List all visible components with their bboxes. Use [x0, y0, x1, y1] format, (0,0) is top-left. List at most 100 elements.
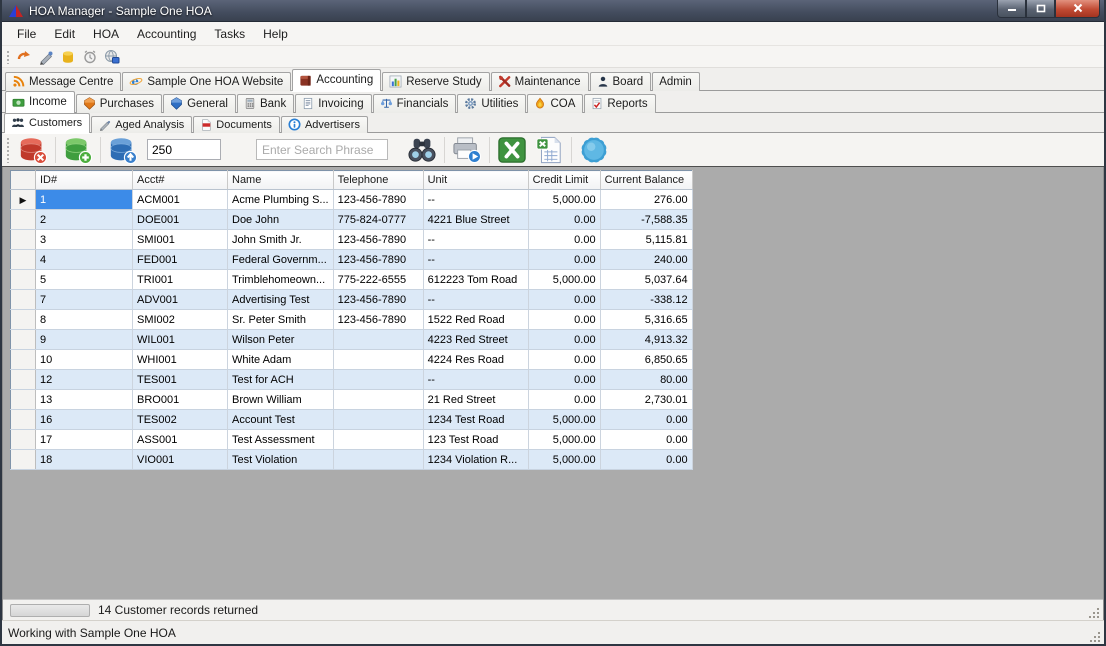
tab-income[interactable]: Income [5, 91, 75, 113]
toolbar-grip[interactable] [5, 136, 10, 163]
grid-cell[interactable]: 16 [36, 410, 133, 430]
grid-cell[interactable]: Wilson Peter [228, 330, 334, 350]
column-header-telephone[interactable]: Telephone [333, 171, 423, 190]
grid-cell[interactable]: John Smith Jr. [228, 230, 334, 250]
row-selector[interactable] [11, 310, 36, 330]
tab-general[interactable]: General [163, 94, 236, 113]
grid-cell[interactable] [333, 410, 423, 430]
grid-cell[interactable]: 0.00 [600, 410, 692, 430]
grid-cell[interactable]: 80.00 [600, 370, 692, 390]
grid-cell[interactable]: 0.00 [528, 310, 600, 330]
grid-cell[interactable]: VIO001 [133, 450, 228, 470]
grid-cell[interactable]: 5,000.00 [528, 190, 600, 210]
grid-cell[interactable]: Advertising Test [228, 290, 334, 310]
tab-admin[interactable]: Admin [652, 72, 700, 91]
export-excel-button[interactable] [532, 134, 566, 166]
grid-cell[interactable]: BRO001 [133, 390, 228, 410]
grid-cell[interactable] [333, 390, 423, 410]
grid-cell[interactable]: 0.00 [528, 330, 600, 350]
tab-message-centre[interactable]: Message Centre [5, 72, 121, 91]
grid-cell[interactable]: WHI001 [133, 350, 228, 370]
column-header-id[interactable]: ID# [36, 171, 133, 190]
tab-aged-analysis[interactable]: Aged Analysis [91, 116, 192, 133]
grid-cell[interactable]: Test Assessment [228, 430, 334, 450]
row-selector[interactable] [11, 330, 36, 350]
grid-cell[interactable]: 5,000.00 [528, 270, 600, 290]
row-selector[interactable] [11, 250, 36, 270]
grid-cell[interactable]: 123-456-7890 [333, 290, 423, 310]
grid-cell[interactable]: 2,730.01 [600, 390, 692, 410]
grid-cell[interactable]: 1234 Test Road [423, 410, 528, 430]
row-selector[interactable] [11, 350, 36, 370]
tab-board[interactable]: Board [590, 72, 652, 91]
grid-cell[interactable]: 5 [36, 270, 133, 290]
toolbar-grip[interactable] [5, 49, 10, 64]
grid-cell[interactable]: 4223 Red Street [423, 330, 528, 350]
tab-bank[interactable]: Bank [237, 94, 294, 113]
web-sync-button[interactable] [101, 47, 123, 67]
tab-coa[interactable]: COA [527, 94, 583, 113]
resize-grip-icon[interactable] [1087, 606, 1101, 620]
column-header-name[interactable]: Name [228, 171, 334, 190]
row-selector[interactable] [11, 290, 36, 310]
grid-cell[interactable]: 0.00 [528, 370, 600, 390]
row-selector[interactable]: ▶ [11, 190, 36, 210]
grid-cell[interactable]: DOE001 [133, 210, 228, 230]
grid-cell[interactable]: ACM001 [133, 190, 228, 210]
tab-utilities[interactable]: Utilities [457, 94, 526, 113]
grid-cell[interactable]: 612223 Tom Road [423, 270, 528, 290]
grid-cell[interactable]: 5,000.00 [528, 430, 600, 450]
grid-cell[interactable]: 18 [36, 450, 133, 470]
row-selector[interactable] [11, 270, 36, 290]
grid-cell[interactable]: SMI002 [133, 310, 228, 330]
tab-reserve-study[interactable]: Reserve Study [382, 72, 489, 91]
grid-cell[interactable]: 7 [36, 290, 133, 310]
grid-cell[interactable]: WIL001 [133, 330, 228, 350]
redo-button[interactable] [13, 47, 35, 67]
grid-cell[interactable]: Account Test [228, 410, 334, 430]
print-button[interactable] [450, 134, 484, 166]
grid-cell[interactable]: Brown William [228, 390, 334, 410]
delete-record-button[interactable] [16, 134, 50, 166]
grid-cell[interactable]: TRI001 [133, 270, 228, 290]
add-record-button[interactable] [61, 134, 95, 166]
grid-cell[interactable]: Trimblehomeown... [228, 270, 334, 290]
minimize-button[interactable] [997, 0, 1026, 18]
grid-cell[interactable]: 0.00 [528, 390, 600, 410]
grid-cell[interactable] [333, 370, 423, 390]
grid-cell[interactable] [333, 350, 423, 370]
grid-cell[interactable]: Test Violation [228, 450, 334, 470]
tab-accounting[interactable]: Accounting [292, 69, 381, 91]
row-selector[interactable] [11, 390, 36, 410]
grid-cell[interactable]: -7,588.35 [600, 210, 692, 230]
resize-grip-icon[interactable] [1088, 630, 1102, 644]
grid-cell[interactable]: 2 [36, 210, 133, 230]
grid-cell[interactable]: 5,115.81 [600, 230, 692, 250]
grid-cell[interactable]: ADV001 [133, 290, 228, 310]
grid-cell[interactable]: 775-222-6555 [333, 270, 423, 290]
column-header-current-balance[interactable]: Current Balance [600, 171, 692, 190]
grid-cell[interactable]: Sr. Peter Smith [228, 310, 334, 330]
excel-button[interactable] [495, 134, 529, 166]
menu-file[interactable]: File [8, 24, 45, 44]
menu-hoa[interactable]: HOA [84, 24, 128, 44]
grid-cell[interactable]: 0.00 [528, 350, 600, 370]
find-button[interactable] [405, 134, 439, 166]
tab-website[interactable]: e Sample One HOA Website [122, 72, 291, 91]
row-selector[interactable] [11, 450, 36, 470]
row-selector[interactable] [11, 370, 36, 390]
grid-cell[interactable]: 0.00 [528, 230, 600, 250]
tab-maintenance[interactable]: Maintenance [491, 72, 589, 91]
grid-cell[interactable]: 0.00 [528, 290, 600, 310]
tab-invoicing[interactable]: Invoicing [295, 94, 371, 113]
grid-cell[interactable] [333, 450, 423, 470]
grid-cell[interactable]: 9 [36, 330, 133, 350]
grid-cell[interactable]: 5,000.00 [528, 410, 600, 430]
grid-cell[interactable]: 0.00 [528, 210, 600, 230]
grid-cell[interactable]: 240.00 [600, 250, 692, 270]
grid-cell[interactable] [333, 330, 423, 350]
grid-cell[interactable]: 5,316.65 [600, 310, 692, 330]
grid-cell[interactable]: 17 [36, 430, 133, 450]
grid-cell[interactable]: FED001 [133, 250, 228, 270]
grid-cell[interactable]: 123-456-7890 [333, 230, 423, 250]
